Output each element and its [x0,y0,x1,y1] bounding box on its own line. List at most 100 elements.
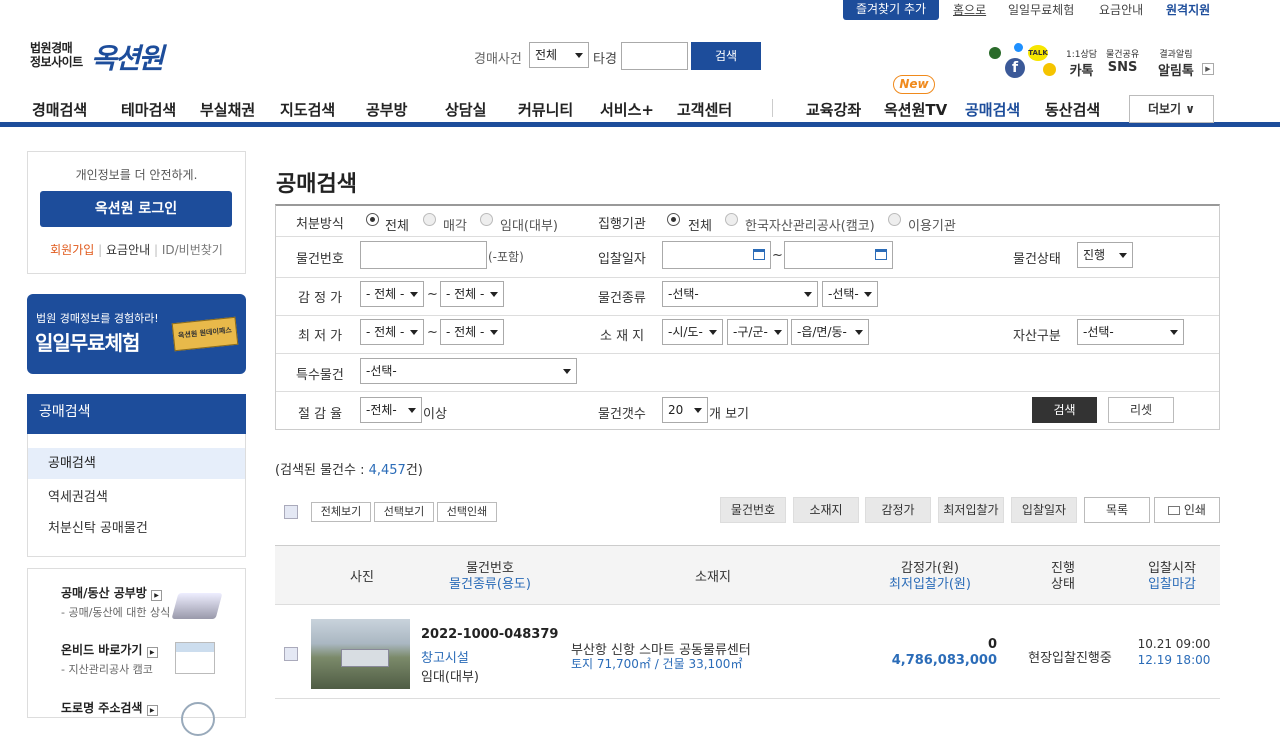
min-price-min-select[interactable]: - 전체 - [360,319,424,345]
kakao-counsel[interactable]: 1:1상담 카톡 [1066,47,1097,79]
item-photo[interactable] [311,619,410,689]
next-arrow-icon[interactable]: ▶ [1202,63,1214,75]
facebook-icon[interactable]: f [1005,58,1025,78]
nav-education[interactable]: 교육강좌 [806,99,861,120]
print-selected-button[interactable]: 선택인쇄 [437,502,497,522]
sns-share[interactable]: 물건공유 SNS [1106,47,1139,75]
agency-kamco-radio[interactable] [725,213,738,226]
case-court-select[interactable]: 전체 [529,42,589,68]
printer-icon [1168,506,1181,515]
appraisal-value: 0 [987,637,997,652]
item-type-select[interactable]: -선택- [662,281,818,307]
status-select[interactable]: 진행 [1077,242,1133,268]
form-search-button[interactable]: 검색 [1032,397,1097,423]
disposal-all-radio[interactable] [366,213,379,226]
dong-select[interactable]: -읍/면/동- [791,319,869,345]
appraisal-max-select[interactable]: - 전체 - [440,281,504,307]
item-number-input[interactable] [360,241,487,269]
item-type-label: 물건종류 [598,291,646,306]
login-box: 개인정보를 더 안전하게. 옥션원 로그인 회원가입 | 요금안내 | ID/비… [27,151,246,274]
item-number[interactable]: 2022-1000-048379 [421,627,558,642]
free-trial-banner[interactable]: 법원 경매정보를 경험하라! 일일무료체험 옥션원 원데이패스 [27,294,246,374]
view-all-button[interactable]: 전체보기 [311,502,371,522]
agency-all-radio[interactable] [667,213,680,226]
add-favorite-button[interactable]: 즐겨찾기 추가 [843,0,939,20]
nav-map-search[interactable]: 지도검색 [280,99,335,120]
free-trial-link[interactable]: 일일무료체험 [1008,1,1074,18]
globe-icon [181,702,215,736]
sort-min-bid-button[interactable]: 최저입찰가 [938,497,1004,523]
side-menu-item-station[interactable]: 역세권검색 [48,486,108,505]
nav-auction-search[interactable]: 경매검색 [32,99,87,120]
special-item-select[interactable]: -선택- [360,358,577,384]
bid-start: 10.21 09:00 [1137,637,1211,651]
pricing-side-link[interactable]: 요금안내 [106,243,150,257]
asset-type-label: 자산구분 [1013,329,1061,344]
pricing-link[interactable]: 요금안내 [1099,1,1143,18]
item-number-label: 물건번호 [296,252,344,267]
view-selected-button[interactable]: 선택보기 [374,502,434,522]
case-number-input[interactable] [621,42,688,70]
item-subtype-select[interactable]: -선택- [822,281,878,307]
login-button[interactable]: 옥션원 로그인 [40,191,232,227]
nav-npl[interactable]: 부실채권 [200,99,255,120]
list-button[interactable]: 목록 [1084,497,1150,523]
calendar-icon[interactable] [753,249,765,260]
find-id-link[interactable]: ID/비번찾기 [162,243,223,257]
row-checkbox[interactable] [284,647,298,661]
login-notice: 개인정보를 더 안전하게. [75,168,198,182]
nav-public-auction[interactable]: 공매검색 [965,99,1020,120]
disposal-label: 처분방식 [296,217,344,232]
min-price-max-select[interactable]: - 전체 - [440,319,504,345]
twitter-icon[interactable] [1014,43,1023,52]
sido-select[interactable]: -시/도- [662,319,723,345]
print-button[interactable]: 인쇄 [1154,497,1220,523]
sort-bid-date-button[interactable]: 입찰일자 [1011,497,1077,523]
nav-community[interactable]: 커뮤니티 [518,99,573,120]
side-menu-item-trust[interactable]: 처분신탁 공매물건 [48,517,148,536]
home-link[interactable]: 홈으로 [953,1,986,18]
remote-support-link[interactable]: 원격지원 [1166,1,1210,18]
more-button[interactable]: 더보기 ∨ [1129,95,1214,123]
agency-other-radio[interactable] [888,213,901,226]
appraisal-min-select[interactable]: - 전체 - [360,281,424,307]
nav-counsel[interactable]: 상담실 [445,99,486,120]
result-alert[interactable]: 결과알림 알림톡 [1158,47,1194,79]
sort-location-button[interactable]: 소재지 [793,497,859,523]
calendar-icon[interactable] [875,249,887,260]
header-search-button[interactable]: 검색 [691,42,761,70]
side-menu-item-public-auction[interactable]: 공매검색 [28,448,245,479]
study-link[interactable]: 공매/동산 공부방 ▶ - 공매/동산에 대한 상식 [61,584,170,620]
nav-customer-center[interactable]: 고객센터 [677,99,732,120]
chevron-down-icon [575,53,583,58]
table-row[interactable]: 2022-1000-048379 창고시설 임대(대부) 부산항 신항 스마트 … [275,605,1220,699]
nav-tv[interactable]: 옥션원TV [884,99,947,120]
gugun-select[interactable]: -구/군- [727,319,788,345]
select-all-checkbox[interactable] [284,505,298,519]
disposal-lease-radio[interactable] [480,213,493,226]
band-icon[interactable] [989,47,1001,59]
count-select[interactable]: 20 [662,397,708,423]
nav-theme-search[interactable]: 테마검색 [121,99,176,120]
form-reset-button[interactable]: 리셋 [1108,397,1174,423]
sort-item-number-button[interactable]: 물건번호 [720,497,786,523]
nav-movable-search[interactable]: 동산검색 [1045,99,1100,120]
reduction-label: 절 감 율 [298,407,343,422]
onbid-link[interactable]: 온비드 바로가기 ▶ - 지산관리공사 캠코 [61,641,158,677]
asset-type-select[interactable]: -선택- [1077,319,1184,345]
disposal-sale-radio[interactable] [423,213,436,226]
kakaostory-icon[interactable] [1043,63,1056,76]
road-address-link[interactable]: 도로명 주소검색 ▶ [61,699,158,716]
sort-appraisal-button[interactable]: 감정가 [865,497,931,523]
kakaotalk-icon[interactable]: TALK [1028,45,1048,61]
new-badge: New [893,75,935,94]
join-link[interactable]: 회원가입 [50,243,94,257]
th-item-no: 물건번호 물건종류(용도) [449,561,531,592]
min-price-label: 최 저 가 [298,329,343,344]
chevron-down-icon [864,292,872,297]
nav-service-plus[interactable]: 서비스+ [600,99,654,120]
item-type: 창고시설 [421,651,469,666]
nav-study[interactable]: 공부방 [366,99,407,120]
side-menu-title: 공매검색 [27,394,246,434]
reduction-select[interactable]: -전체- [360,397,422,423]
